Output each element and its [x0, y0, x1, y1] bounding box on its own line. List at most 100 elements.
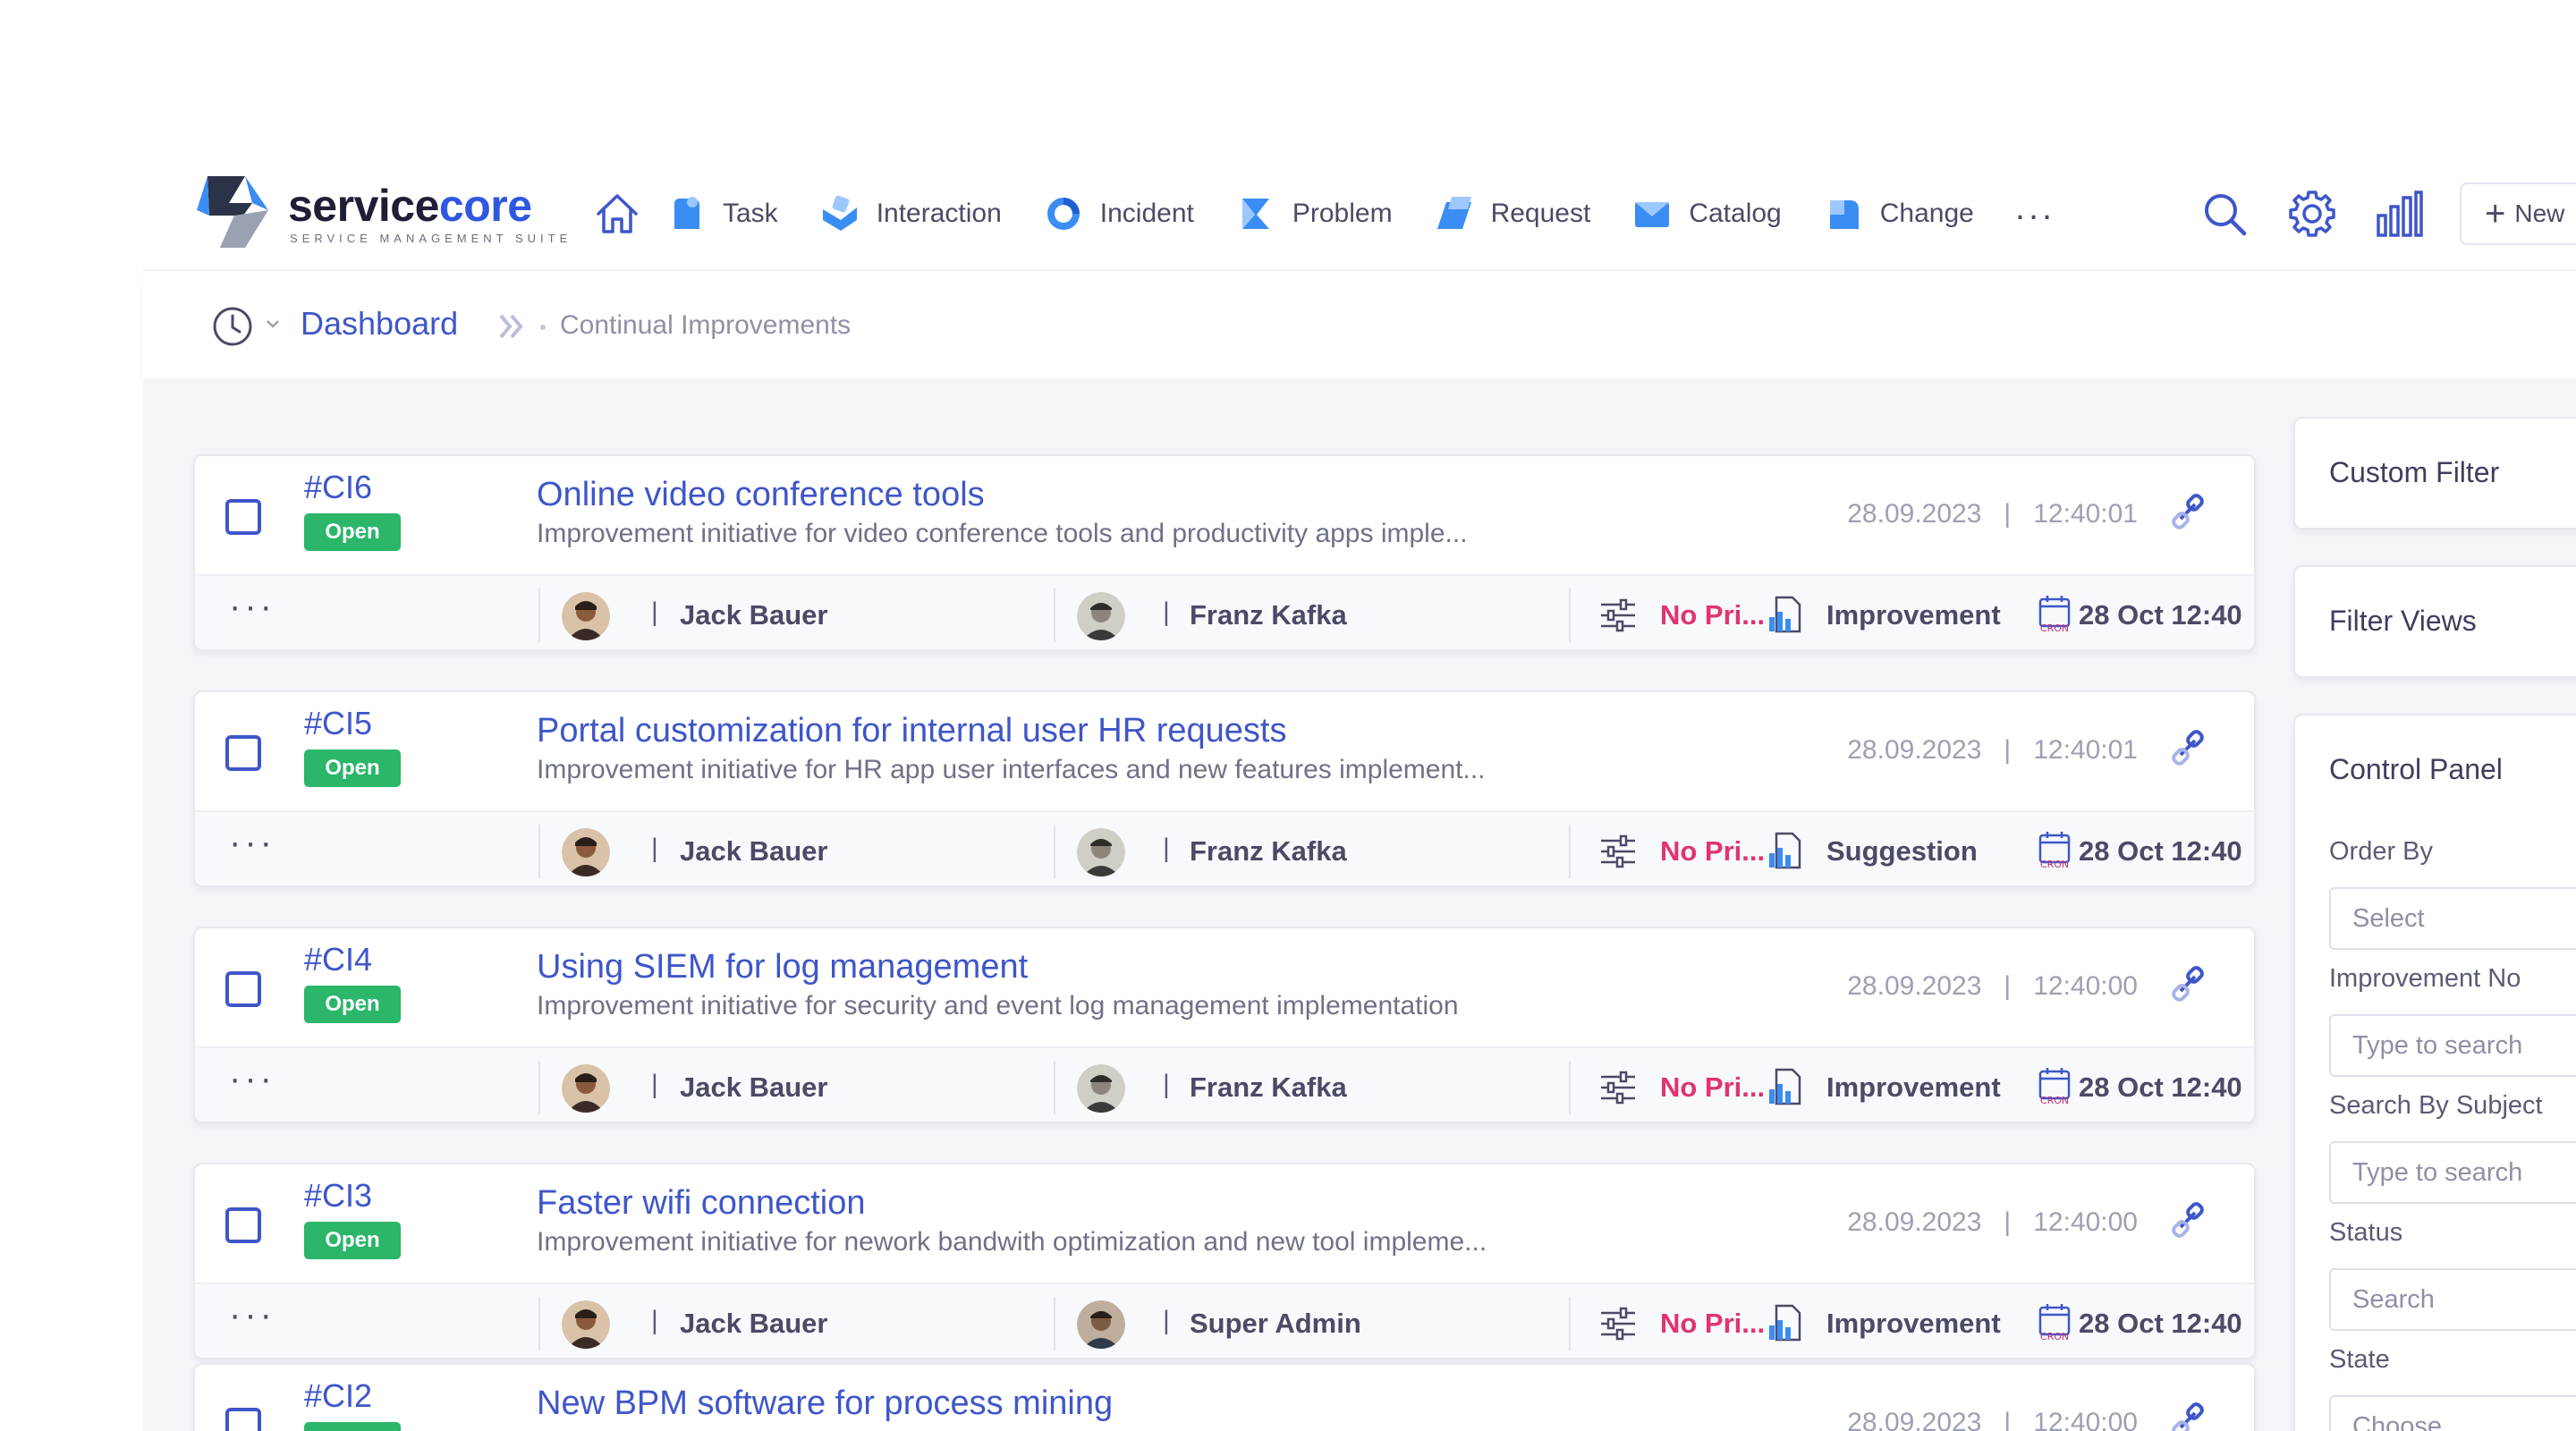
record-card[interactable]: #CI4 Open Using SIEM for log management … [193, 927, 2256, 1123]
record-more-button[interactable]: ··· [229, 823, 275, 863]
record-id[interactable]: #CI3 [304, 1177, 372, 1215]
home-icon [597, 194, 638, 233]
record-timestamp: 28.09.2023 | 12:40:01 [1847, 735, 2138, 765]
state-label: State [2329, 1345, 2390, 1374]
divider [1569, 825, 1571, 878]
record-title[interactable]: Using SIEM for log management [537, 948, 1028, 986]
priority-label: No Pri... [1660, 599, 1766, 631]
record-timestamp: 28.09.2023 | 12:40:00 [1847, 1207, 2138, 1237]
record-more-button[interactable]: ··· [229, 1059, 275, 1099]
record-id[interactable]: #CI6 [304, 469, 372, 506]
nav-incident[interactable]: Incident [1043, 187, 1194, 241]
record-title[interactable]: Portal customization for internal user H… [537, 712, 1286, 750]
record-checkbox[interactable] [225, 1408, 261, 1431]
improvement-no-input[interactable]: Type to search [2329, 1014, 2576, 1077]
record-card-header: #CI3 Open Faster wifi connection Improve… [195, 1164, 2254, 1283]
nav-more-button[interactable]: ... [2015, 188, 2055, 228]
divider [538, 1061, 540, 1114]
state-select[interactable]: Choose [2329, 1395, 2576, 1431]
reports-button[interactable] [2372, 186, 2428, 241]
nav-change-label: Change [1879, 199, 1974, 228]
order-by-select[interactable]: Select [2329, 887, 2576, 950]
divider [1569, 588, 1571, 642]
subject-search-input[interactable]: Type to search [2329, 1141, 2576, 1204]
record-id[interactable]: #CI2 [304, 1377, 372, 1415]
request-icon [1436, 197, 1471, 229]
link-icon[interactable] [2168, 1401, 2207, 1431]
nav-problem-label: Problem [1292, 199, 1393, 228]
gear-icon [2289, 191, 2335, 237]
order-by-label: Order By [2329, 837, 2434, 866]
priority-sliders-icon [1601, 1307, 1635, 1341]
nav-interaction[interactable]: Interaction [819, 187, 1002, 241]
nav-task[interactable]: Task [665, 187, 778, 241]
search-button[interactable] [2197, 186, 2252, 241]
nav-catalog-label: Catalog [1689, 199, 1782, 228]
filter-views-panel[interactable]: Filter Views [2293, 565, 2576, 678]
status-search-input[interactable]: Search [2329, 1268, 2576, 1331]
link-icon[interactable] [2168, 492, 2207, 531]
record-card[interactable]: #CI5 Open Portal customization for inter… [193, 690, 2256, 887]
priority-label: No Pri... [1660, 835, 1766, 867]
home-button[interactable] [590, 187, 644, 241]
link-icon[interactable] [2168, 1200, 2207, 1240]
servicecore-logo[interactable]: servicecore SERVICE MANAGEMENT SUITE [190, 167, 567, 257]
record-checkbox[interactable] [225, 971, 261, 1007]
record-more-button[interactable]: ··· [229, 587, 275, 627]
nav-change[interactable]: Change [1823, 187, 1974, 241]
record-checkbox[interactable] [225, 499, 261, 535]
custom-filter-panel[interactable]: Custom Filter [2293, 417, 2576, 529]
settings-button[interactable] [2284, 186, 2340, 241]
due-date: 28 Oct 12:40 [2079, 835, 2242, 867]
document-chart-icon [1769, 832, 1801, 869]
record-title[interactable]: Faster wifi connection [537, 1184, 866, 1223]
double-chevron-right-icon [499, 314, 523, 339]
chevron-down-icon[interactable] [263, 314, 283, 334]
due-date: 28 Oct 12:40 [2079, 1308, 2242, 1339]
status-badge: Open [304, 1222, 401, 1259]
calendar-cron-icon: CRON [2038, 1304, 2071, 1342]
svg-text:CRON: CRON [2040, 622, 2069, 633]
task-icon [674, 197, 699, 229]
record-checkbox[interactable] [225, 1207, 261, 1243]
record-title[interactable]: New BPM software for process mining [537, 1384, 1113, 1423]
due-date: 28 Oct 12:40 [2079, 1071, 2242, 1103]
divider [1569, 1061, 1571, 1114]
record-id[interactable]: #CI5 [304, 705, 372, 742]
breadcrumb-dashboard-link[interactable]: Dashboard [301, 305, 458, 343]
nav-incident-label: Incident [1099, 199, 1194, 228]
priority-label: No Pri... [1660, 1071, 1766, 1103]
record-card-header: #CI2 Open New BPM software for process m… [195, 1365, 2254, 1431]
status-label: Status [2329, 1218, 2403, 1247]
nav-task-label: Task [723, 199, 778, 228]
filter-views-title[interactable]: Filter Views [2329, 605, 2477, 638]
link-icon[interactable] [2168, 728, 2207, 767]
improvement-no-label: Improvement No [2329, 964, 2521, 993]
history-clock-icon[interactable] [211, 305, 254, 348]
search-icon [2205, 194, 2247, 236]
record-description: Improvement initiative for nework bandwi… [537, 1227, 1487, 1257]
nav-catalog[interactable]: Catalog [1631, 187, 1782, 241]
nav-problem[interactable]: Problem [1235, 187, 1393, 241]
control-panel-title: Control Panel [2329, 753, 2503, 785]
breadcrumb: Dashboard Continual Improvements [143, 273, 2576, 378]
record-card-header: #CI6 Open Online video conference tools … [195, 456, 2254, 574]
custom-filter-title[interactable]: Custom Filter [2329, 456, 2499, 489]
link-icon[interactable] [2168, 964, 2207, 1003]
type-label: Suggestion [1826, 835, 1978, 867]
nav-interaction-label: Interaction [876, 199, 1002, 228]
control-panel: Control Panel Order By Select Improvemen… [2293, 714, 2576, 1431]
record-id[interactable]: #CI4 [304, 941, 372, 978]
requester-avatar [562, 592, 610, 640]
bar-chart-icon [2377, 191, 2423, 237]
record-card[interactable]: #CI3 Open Faster wifi connection Improve… [193, 1163, 2256, 1359]
status-badge: Open [304, 749, 401, 787]
record-title[interactable]: Online video conference tools [537, 476, 985, 514]
new-button[interactable]: + New [2460, 182, 2576, 245]
requester-name: Jack Bauer [680, 1071, 828, 1103]
record-card[interactable]: #CI6 Open Online video conference tools … [193, 454, 2256, 651]
record-checkbox[interactable] [225, 735, 261, 771]
record-more-button[interactable]: ··· [229, 1295, 275, 1335]
record-card[interactable]: #CI2 Open New BPM software for process m… [193, 1363, 2256, 1431]
nav-request[interactable]: Request [1434, 187, 1590, 241]
